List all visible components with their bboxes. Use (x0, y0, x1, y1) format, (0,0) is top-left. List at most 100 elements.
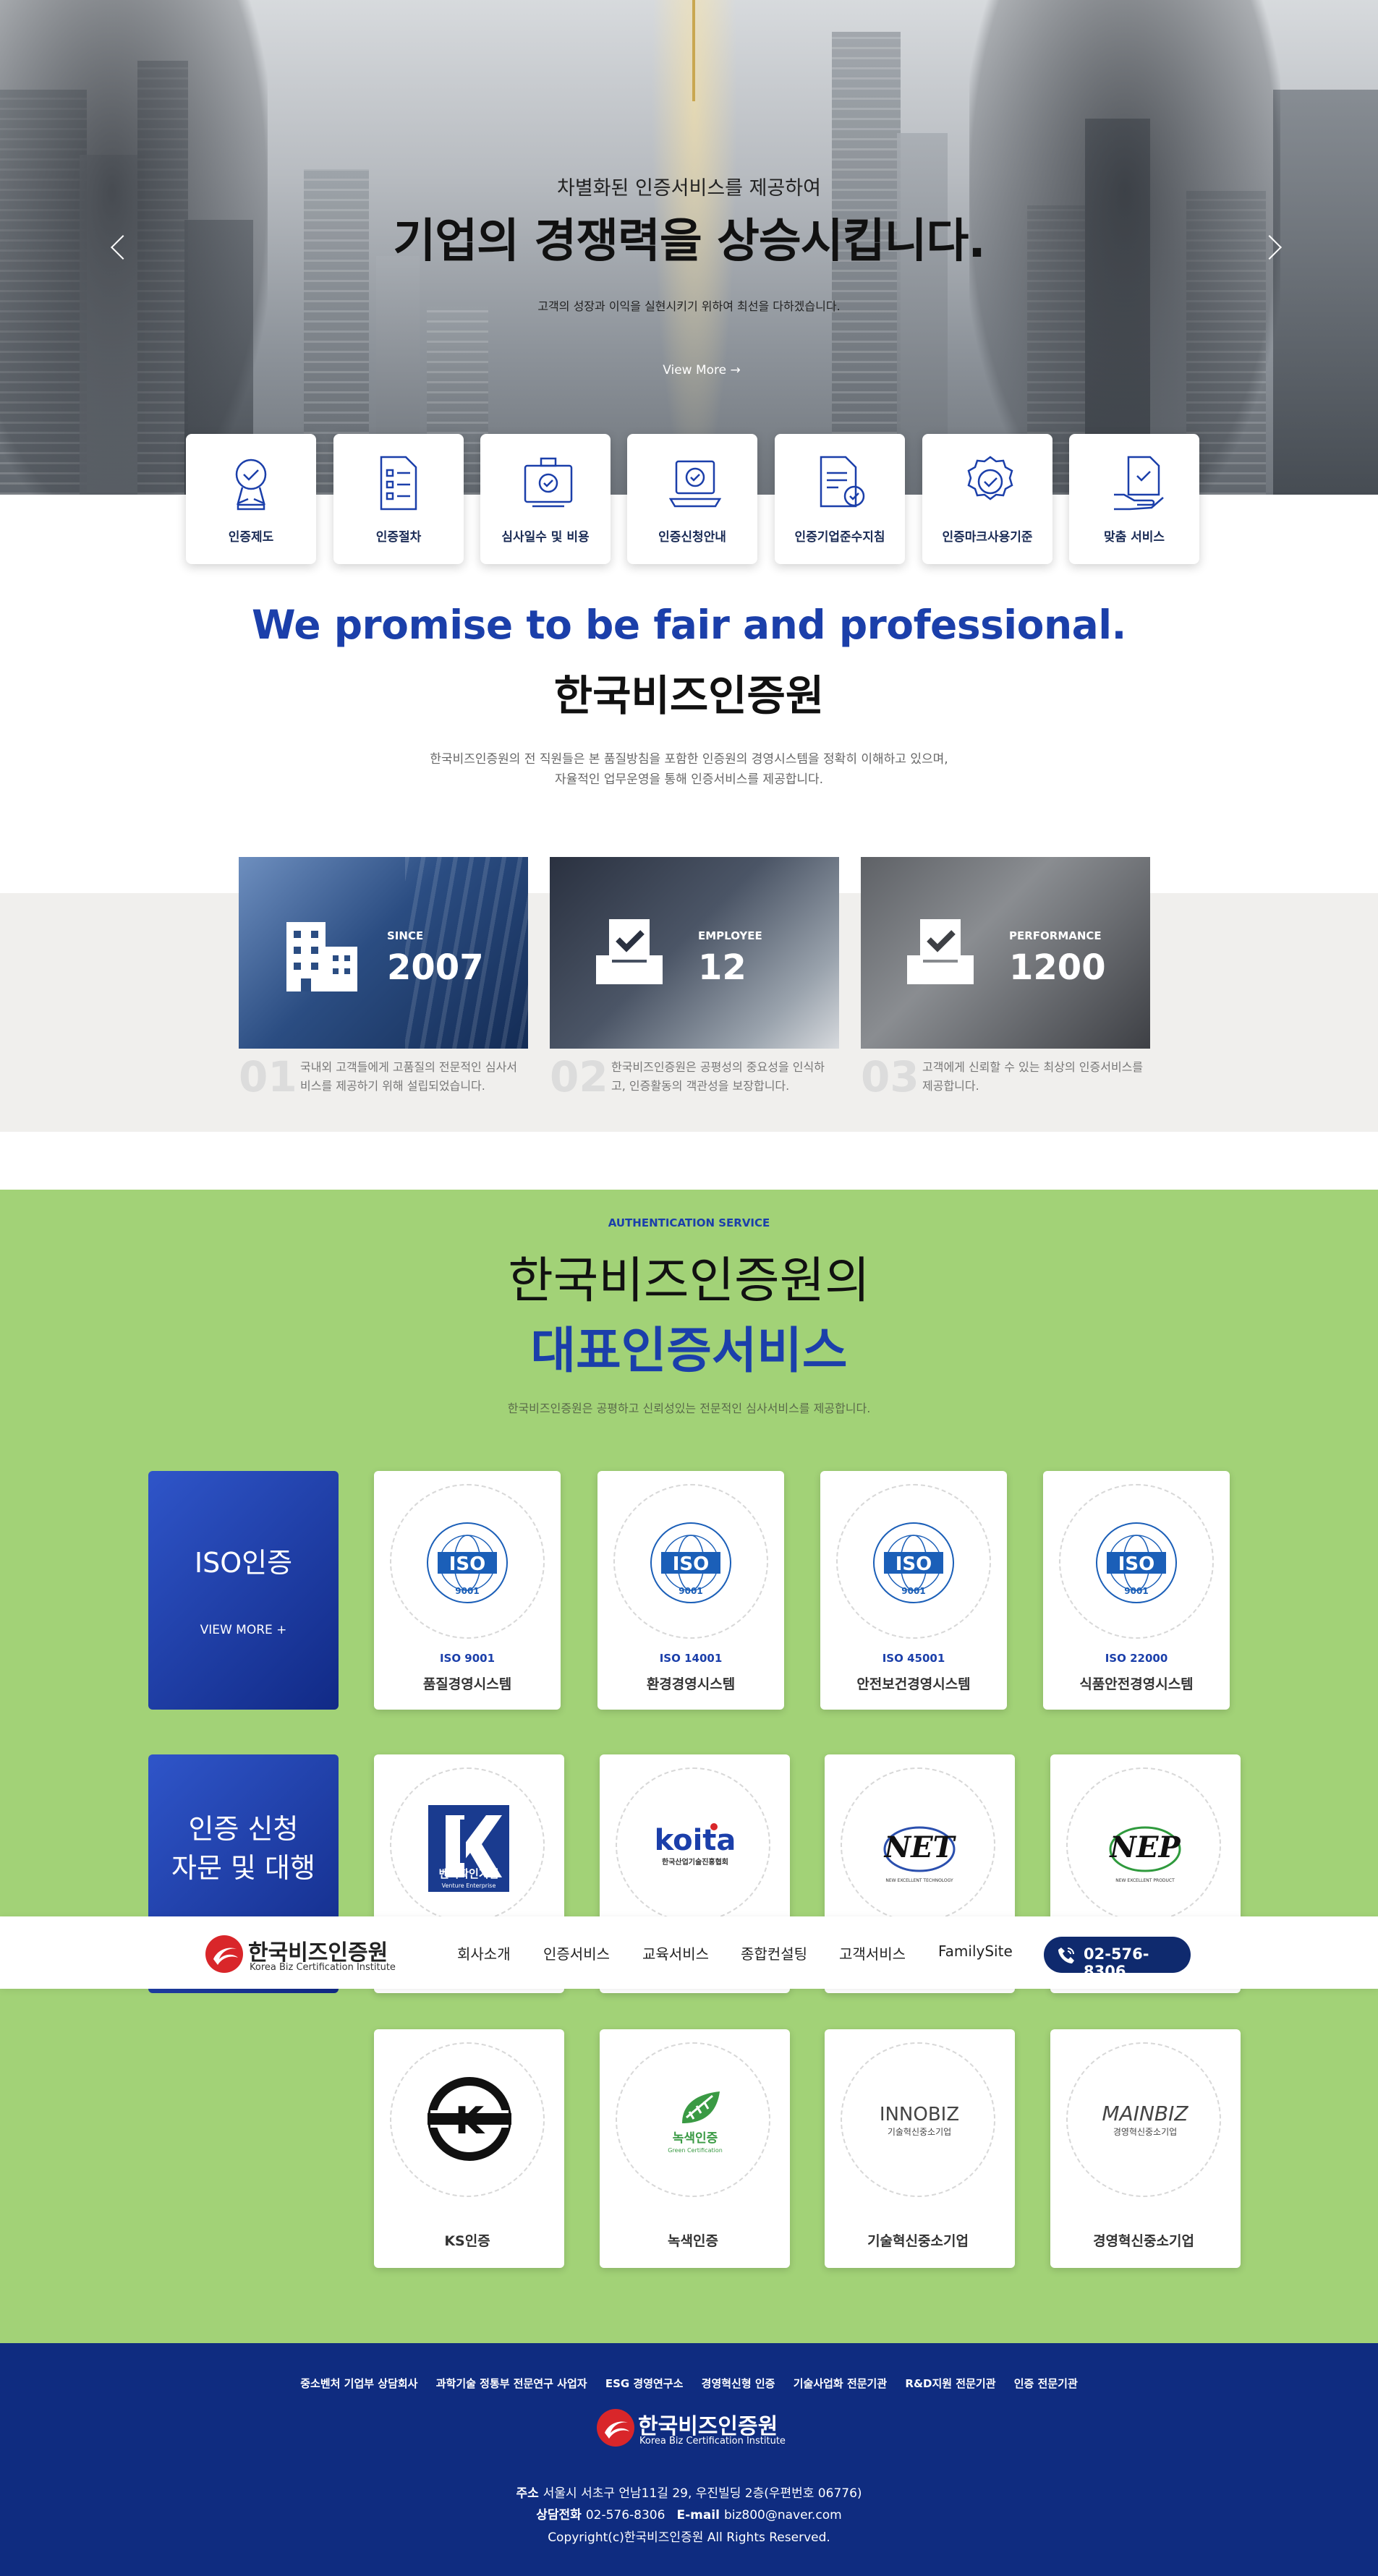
cert-card-innobiz[interactable]: INNOBIZ 기술혁신중소기업 기술혁신중소기업 (825, 2029, 1015, 2268)
quick-menu-item[interactable]: 인증마크사용기준 (922, 434, 1052, 564)
view-more-link[interactable]: View More → (655, 363, 749, 378)
iso-logo-icon: ISO 9001 (1096, 1522, 1177, 1603)
stat-label: EMPLOYEE (698, 929, 762, 942)
cert-card-iso22000[interactable]: ISO 9001 ISO 22000 식품안전경영시스템 (1043, 1471, 1230, 1710)
quick-menu-item[interactable]: 인증기업준수지침 (775, 434, 905, 564)
cert-name: 녹색인증 (668, 2233, 718, 2249)
footer-link[interactable]: 인증 전문기관 (1014, 2377, 1078, 2390)
phone-number: 02-576-8306 (1084, 1945, 1149, 1980)
iso-logo-icon: ISO 9001 (650, 1522, 731, 1603)
stat-value: 1200 (1009, 947, 1106, 988)
stat-index: 03 (861, 1052, 919, 1101)
footer-link[interactable]: 경영혁신형 인증 (702, 2377, 775, 2390)
svg-text:K: K (455, 2099, 485, 2143)
svg-text:INNOBIZ: INNOBIZ (880, 2104, 959, 2125)
iso-category-card[interactable]: ISO인증 VIEW MORE + (148, 1471, 339, 1710)
iso-view-more[interactable]: VIEW MORE + (148, 1623, 339, 1637)
award-badge-icon (235, 459, 267, 511)
document-check-icon (820, 456, 865, 508)
footer-address: 주소 서울시 서초구 언남11길 29, 우진빌딩 2층(우편번호 06776) (0, 2483, 1378, 2501)
iso-category-title: ISO인증 (194, 1547, 293, 1579)
svg-text:9001: 9001 (1124, 1586, 1148, 1596)
cert-card-green[interactable]: 녹색인증 Green Certification 녹색인증 (600, 2029, 790, 2268)
cert-name: 식품안전경영시스템 (1079, 1676, 1194, 1692)
svg-text:Green Certification: Green Certification (668, 2147, 723, 2154)
service-tag: AUTHENTICATION SERVICE (608, 1216, 770, 1229)
mainbiz-logo-icon: MAINBIZ 경영혁신중소기업 (1102, 2102, 1188, 2137)
stat-card: SINCE 2007 01 국내외 고객들에게 고품질의 전문적인 심사서비스를… (239, 857, 528, 1101)
footer-email-label: E-mail (676, 2508, 720, 2522)
net-logo-icon: NET NEW EXCELLENT TECHNOLOGY (883, 1826, 957, 1883)
footer-logo-subtext: Korea Biz Certification Institute (639, 2436, 786, 2447)
phone-button[interactable]: 02-576-8306 (1044, 1937, 1191, 1980)
innobiz-logo-icon: INNOBIZ 기술혁신중소기업 (880, 2104, 959, 2137)
cert-card-iso9001[interactable]: ISO 9001 ISO 9001 품질경영시스템 (374, 1471, 561, 1710)
quick-menu-label: 인증제도 (228, 530, 274, 545)
svg-text:NEW EXCELLENT PRODUCT: NEW EXCELLENT PRODUCT (1115, 1878, 1175, 1883)
footer-link[interactable]: R&D지원 전문기관 (905, 2377, 995, 2390)
cert-name: KS인증 (444, 2233, 490, 2249)
svg-text:9001: 9001 (679, 1586, 702, 1596)
hero-description: 고객의 성장과 이익을 실현시키기 위하여 최선을 다하겠습니다. (537, 299, 841, 313)
koita-logo-icon: koita한국산업기술진흥협회 (655, 1823, 736, 1867)
svg-text:ISO: ISO (896, 1553, 932, 1575)
quick-menu-item[interactable]: 인증신청안내 (627, 434, 757, 564)
cert-code: ISO 22000 (1105, 1652, 1168, 1665)
footer-link[interactable]: ESG 경영연구소 (605, 2377, 684, 2390)
stat-image: SINCE 2007 (239, 857, 528, 1049)
svg-text:9001: 9001 (455, 1586, 479, 1596)
stat-label: PERFORMANCE (1009, 929, 1102, 942)
stat-value: 2007 (387, 947, 484, 988)
service-description: 한국비즈인증원은 공평하고 신뢰성있는 전문적인 심사서비스를 제공합니다. (507, 1402, 871, 1415)
certificate-board-icon (524, 457, 573, 508)
svg-text:NEP: NEP (1108, 1830, 1181, 1864)
logo-subtext: Korea Biz Certification Institute (250, 1962, 396, 1973)
cert-card-mainbiz[interactable]: MAINBIZ 경영혁신중소기업 경영혁신중소기업 (1050, 2029, 1241, 2268)
nav-item-consulting[interactable]: 종합컨설팅 (741, 1942, 807, 1963)
stat-index: 02 (550, 1052, 608, 1101)
stat-index: 01 (239, 1052, 297, 1101)
footer-email-value[interactable]: biz800@naver.com (724, 2508, 842, 2522)
cert-card-iso45001[interactable]: ISO 9001 ISO 45001 안전보건경영시스템 (820, 1471, 1007, 1710)
footer-link[interactable]: 과학기술 정통부 전문연구 사업자 (436, 2377, 587, 2390)
svg-text:MAINBIZ: MAINBIZ (1102, 2102, 1188, 2125)
main-navbar: 한국비즈인증원 Korea Biz Certification Institut… (0, 1916, 1378, 1989)
phone-icon (1058, 1948, 1074, 1963)
cert-name: 안전보건경영시스템 (856, 1676, 971, 1692)
apply-category-title: 자문 및 대행 (171, 1852, 315, 1884)
nav-item-education[interactable]: 교육서비스 (642, 1942, 709, 1963)
svg-text:koita: koita (655, 1824, 736, 1857)
footer-phone-value: 02-576-8306 (585, 2508, 665, 2522)
quick-menu-item[interactable]: 맞춤 서비스 (1069, 434, 1199, 564)
cert-name: 기술혁신중소기업 (867, 2233, 969, 2249)
hero-subtitle: 차별화된 인증서비스를 제공하여 (557, 177, 821, 200)
green-cert-logo-icon: 녹색인증Green Certification (668, 2091, 723, 2154)
footer-copyright: Copyright(c)한국비즈인증원 All Rights Reserved. (548, 2530, 830, 2545)
nav-item-family-site[interactable]: FamilySite (938, 1942, 1013, 1960)
nav-item-about[interactable]: 회사소개 (457, 1942, 511, 1963)
stat-card: EMPLOYEE 12 02 한국비즈인증원은 공평성의 중요성을 인식하고, … (550, 857, 839, 1101)
stat-image: EMPLOYEE 12 (550, 857, 839, 1049)
footer-logo-mark-icon (597, 2409, 634, 2447)
stat-text: 고객에게 신뢰할 수 있는 최상의 인증서비스를 제공합니다. (922, 1060, 1144, 1093)
promise-desc-line: 한국비즈인증원의 전 직원들은 본 품질방침을 포함한 인증원의 경영시스템을 … (430, 752, 948, 767)
cert-card-iso14001[interactable]: ISO 9001 ISO 14001 환경경영시스템 (597, 1471, 784, 1710)
quick-menu-item[interactable]: 인증절차 (333, 434, 464, 564)
stat-text: 한국비즈인증원은 공평성의 중요성을 인식하고, 인증활동의 객관성을 보장합니… (611, 1060, 825, 1093)
stat-text: 국내외 고객들에게 고품질의 전문적인 심사서비스를 제공하기 위해 설립되었습… (300, 1060, 518, 1093)
quick-menu-label: 인증기업준수지침 (794, 530, 885, 545)
quick-menu-item[interactable]: 심사일수 및 비용 (480, 434, 611, 564)
building-icon (286, 922, 357, 991)
cert-card-ks[interactable]: K KS인증 (374, 2029, 564, 2268)
svg-text:한국산업기술진흥협회: 한국산업기술진흥협회 (662, 1857, 728, 1867)
footer-link[interactable]: 중소벤처 기업부 상담회사 (300, 2377, 417, 2390)
ks-logo-icon: K (428, 2077, 511, 2161)
promise-desc-line: 자율적인 업무운영을 통해 인증서비스를 제공합니다. (554, 772, 824, 787)
quick-menu-label: 인증절차 (375, 530, 422, 545)
nav-item-cert-service[interactable]: 인증서비스 (543, 1942, 610, 1963)
cert-name: 품질경영시스템 (422, 1676, 512, 1692)
quick-menu-item[interactable]: 인증제도 (186, 434, 316, 564)
nav-item-customer[interactable]: 고객서비스 (839, 1942, 906, 1963)
footer-link[interactable]: 기술사업화 전문기관 (794, 2377, 887, 2390)
footer-contact: 상담전화 02-576-8306 E-mail biz800@naver.com (0, 2504, 1378, 2522)
